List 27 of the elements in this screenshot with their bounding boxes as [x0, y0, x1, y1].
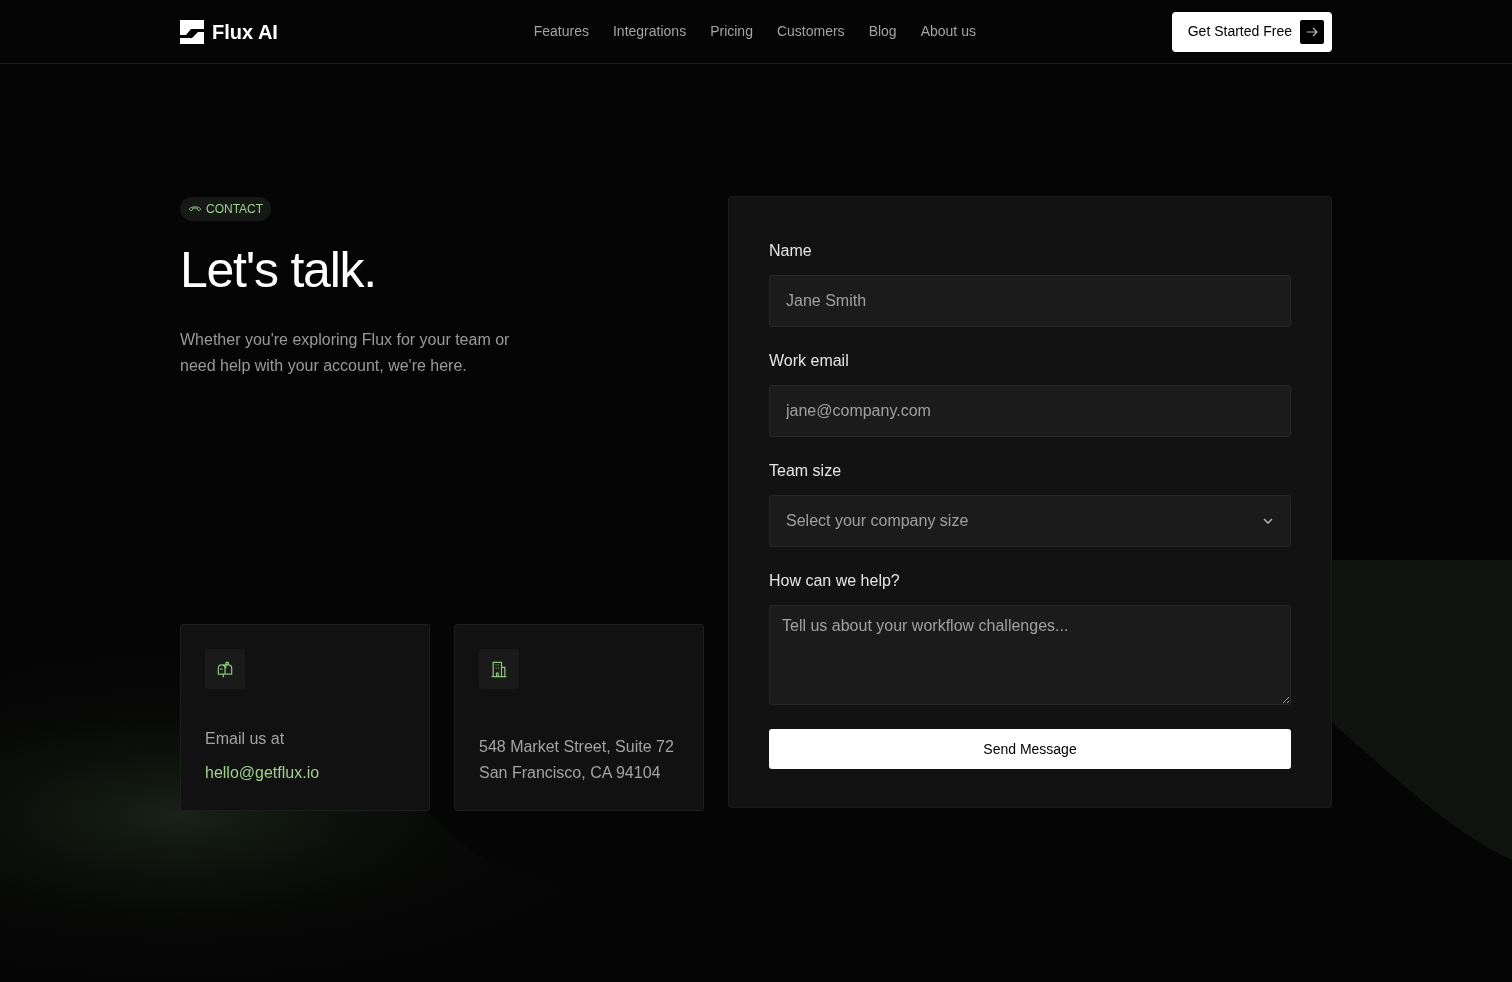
nav-link[interactable]: Features: [533, 21, 589, 42]
send-message-button[interactable]: Send Message: [769, 729, 1291, 769]
field-label: How can we help?: [769, 571, 901, 591]
nav-link[interactable]: Pricing: [710, 21, 753, 42]
badge-label: CONTACT: [206, 201, 264, 218]
field-label: Team size: [769, 461, 843, 481]
nav-link[interactable]: Integrations: [612, 21, 687, 42]
nav-link[interactable]: Blog: [868, 21, 897, 42]
logo-icon: [180, 19, 204, 44]
select-field[interactable]: Select your company size: [769, 495, 1291, 547]
field-label: Name: [769, 241, 813, 261]
card-text: Email us at: [205, 730, 286, 748]
nav-link[interactable]: Customers: [776, 21, 845, 42]
get-started-button[interactable]: Get Started Free: [1171, 11, 1332, 52]
field-label: Work email: [769, 351, 850, 371]
nav-link[interactable]: About us: [920, 21, 976, 42]
address-line: 548 Market Street, Suite 72: [479, 738, 675, 756]
input-field[interactable]: Jane Smith: [769, 275, 1291, 327]
email-link[interactable]: hello@getflux.io: [205, 764, 405, 782]
page-title: Let's talk.: [180, 245, 377, 295]
building-icon: [489, 659, 509, 679]
page-subtitle: Whether you're exploring Flux for your team or need help with your account, we're here.: [180, 330, 511, 376]
message-field[interactable]: Tell us about your workflow challenges...: [769, 605, 1291, 705]
address-line: San Francisco, CA 94104: [479, 764, 662, 782]
brand-name: Flux AI: [212, 19, 278, 45]
input-field[interactable]: jane@company.com: [769, 385, 1291, 437]
mailbox-icon: [215, 659, 235, 679]
